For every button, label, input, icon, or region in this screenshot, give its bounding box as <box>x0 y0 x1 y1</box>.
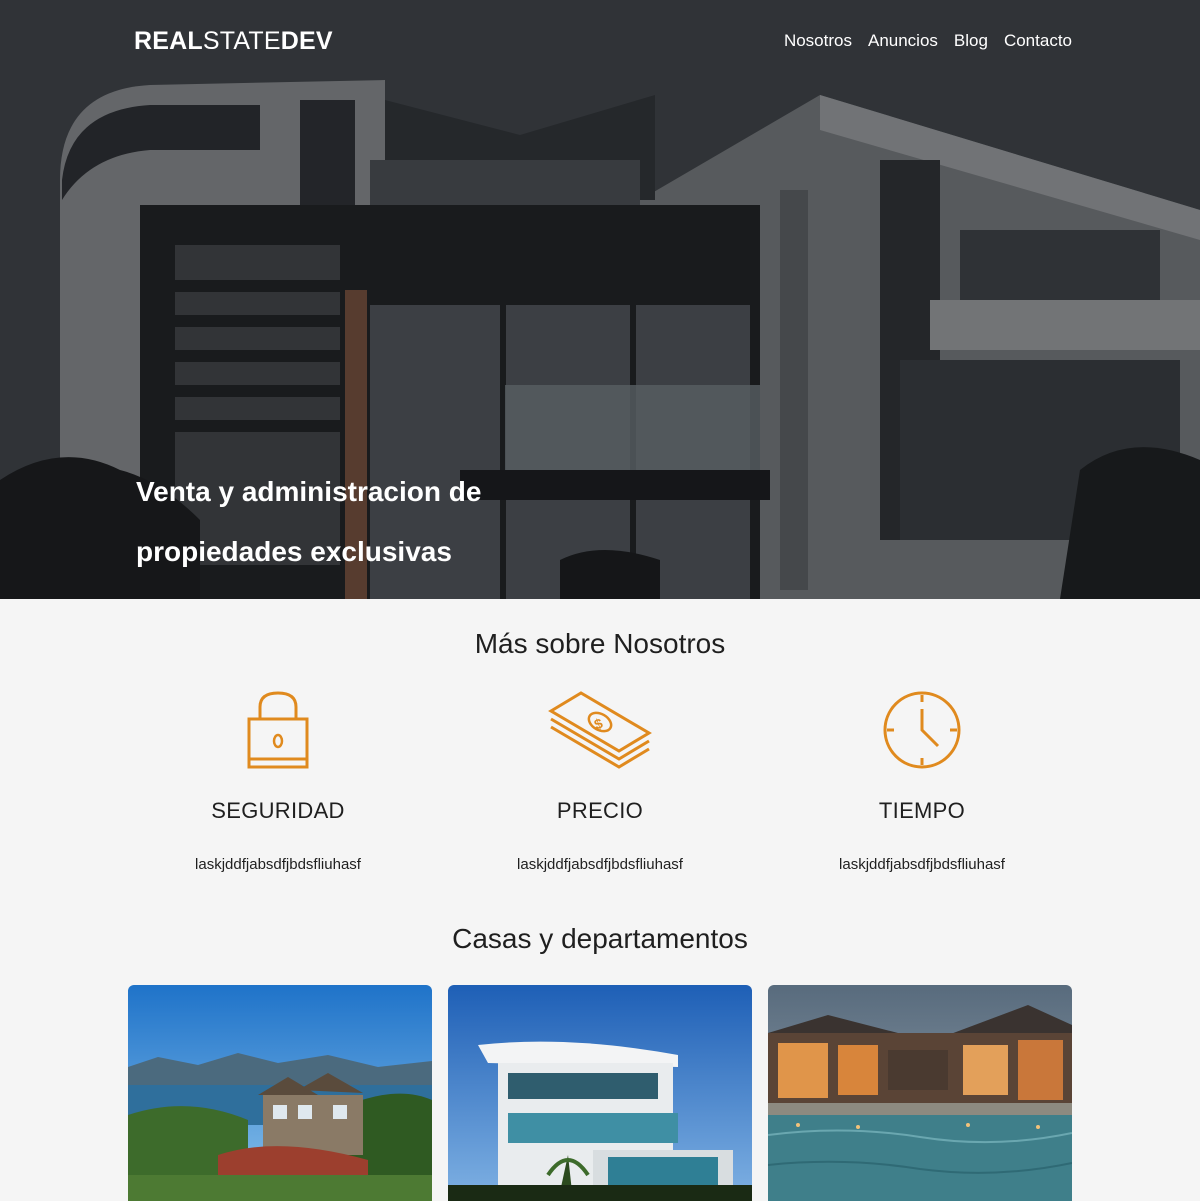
hero-title: Venta y administracion de propiedades ex… <box>136 476 482 567</box>
feature-security: SEGURIDAD laskjddfjabsdfjbdsfliuhasf <box>117 685 439 885</box>
listing-image-3 <box>768 985 1072 1201</box>
svg-text:$: $ <box>592 715 605 733</box>
listing-card-3[interactable] <box>768 985 1072 1201</box>
feature-title-security: SEGURIDAD <box>211 798 345 823</box>
logo-state: STATE <box>202 26 281 55</box>
about-section-title: Más sobre Nosotros <box>474 628 726 659</box>
clock-icon <box>761 685 1083 775</box>
nav-link-blog[interactable]: Blog <box>954 31 988 51</box>
nav-link-anuncios[interactable]: Anuncios <box>868 31 938 51</box>
nav-link-contacto[interactable]: Contacto <box>1004 31 1072 51</box>
feature-price: $ PRECIO laskjddfjabsdfjbdsfliuhasf <box>439 685 761 885</box>
logo-dev: DEV <box>280 26 333 55</box>
listing-image-2 <box>448 985 752 1201</box>
feature-title-price: PRECIO <box>556 798 644 823</box>
nav-link-nosotros[interactable]: Nosotros <box>784 31 852 51</box>
features-section: SEGURIDAD laskjddfjabsdfjbdsfliuhasf $ P… <box>117 685 1083 885</box>
site-header: REALSTATEDEV Nosotros Anuncios Blog Cont… <box>134 26 1072 56</box>
listings-section-title: Casas y departamentos <box>452 923 748 954</box>
money-icon: $ <box>439 685 761 775</box>
listing-image-1 <box>128 985 432 1201</box>
hero-section: REALSTATEDEV Nosotros Anuncios Blog Cont… <box>0 0 1200 599</box>
lock-icon <box>117 685 439 775</box>
listings-cards <box>128 985 1073 1201</box>
feature-title-time: TIEMPO <box>878 798 966 823</box>
feature-time: TIEMPO laskjddfjabsdfjbdsfliuhasf <box>761 685 1083 885</box>
feature-text-price: laskjddfjabsdfjbdsfliuhasf <box>517 856 683 873</box>
listing-card-1[interactable] <box>128 985 432 1201</box>
feature-text-security: laskjddfjabsdfjbdsfliuhasf <box>195 856 361 873</box>
feature-text-time: laskjddfjabsdfjbdsfliuhasf <box>839 856 1005 873</box>
logo-real: REAL <box>134 26 203 55</box>
listing-card-2[interactable] <box>448 985 752 1201</box>
main-navigation: Nosotros Anuncios Blog Contacto <box>784 31 1072 51</box>
site-logo[interactable]: REALSTATEDEV <box>134 27 333 56</box>
